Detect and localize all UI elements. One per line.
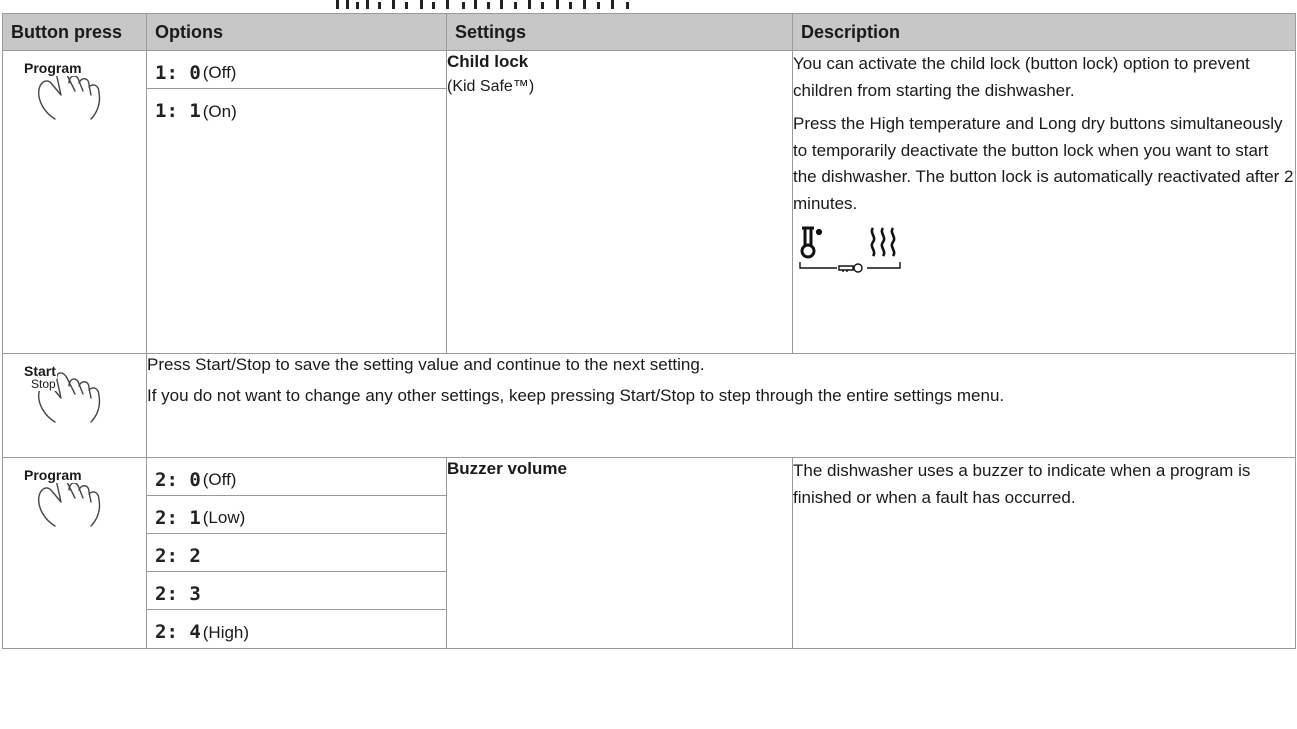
header-options: Options (146, 13, 447, 51)
description-text: Press the High temperature and Long dry … (793, 113, 1294, 214)
option-value: (Low) (202, 508, 246, 528)
settings-table: Button press Options Settings Descriptio… (2, 13, 1296, 649)
option-value: (On) (202, 101, 237, 121)
option-item: 2: 1 (Low) (147, 496, 446, 534)
button-label: Program (23, 60, 83, 77)
option-value: (Off) (202, 63, 237, 83)
option-value: (High) (202, 622, 250, 642)
button-press-cell: Program (2, 457, 147, 649)
instruction-text: Press Start/Stop to save the setting val… (147, 355, 705, 374)
button-lock-graphic (797, 224, 1295, 287)
instruction-text: If you do not want to change any other s… (147, 385, 1005, 405)
option-item: 2: 0 (Off) (147, 458, 446, 496)
table-row-start-stop: Start Stop Press Start/Stop to save the … (2, 353, 1296, 458)
table-row-child-lock: Program 1: 0 (Off) 1: 1 (On) Child lock … (2, 50, 1296, 354)
instruction-cell: Press Start/Stop to save the setting val… (146, 353, 1296, 458)
button-label: Program (23, 467, 83, 484)
option-value: (Off) (202, 470, 237, 490)
option-item: 2: 4 (High) (147, 610, 446, 648)
display-code: 2: 4 (155, 621, 201, 644)
header-description: Description (792, 13, 1296, 51)
setting-title: Buzzer volume (447, 459, 567, 478)
option-item: 1: 1 (On) (147, 89, 446, 127)
settings-cell: Buzzer volume (446, 457, 793, 649)
program-button-hand: Program (17, 464, 127, 539)
button-press-cell: Program (2, 50, 147, 354)
display-code: 2: 0 (155, 468, 201, 491)
button-sublabel: Stop (31, 377, 56, 392)
description-text: The dishwasher uses a buzzer to indicate… (793, 461, 1251, 507)
display-code: 2: 3 (155, 582, 201, 605)
description-text: You can activate the child lock (button … (793, 54, 1250, 100)
display-code: 1: 1 (155, 100, 201, 123)
setting-title: Child lock (447, 52, 529, 71)
start-stop-button-hand: Start Stop (17, 360, 127, 435)
header-settings: Settings (446, 13, 793, 51)
program-button-hand: Program (17, 57, 127, 132)
display-code: 2: 1 (155, 506, 201, 529)
key-icon (799, 262, 901, 273)
options-cell: 2: 0 (Off) 2: 1 (Low) 2: 2 2: 3 2: 4 (Hi… (146, 457, 447, 649)
heat-waves-icon (870, 227, 896, 257)
description-cell: The dishwasher uses a buzzer to indicate… (792, 457, 1296, 649)
options-cell: 1: 0 (Off) 1: 1 (On) (146, 50, 447, 354)
thermometer-icon (800, 226, 823, 259)
description-cell: You can activate the child lock (button … (792, 50, 1296, 354)
option-item: 2: 3 (147, 572, 446, 610)
button-press-cell: Start Stop (2, 353, 147, 458)
display-code: 1: 0 (155, 61, 201, 84)
cut-off-heading-strokes (336, 0, 629, 9)
display-code: 2: 2 (155, 544, 201, 567)
setting-subtitle: (Kid Safe™) (447, 77, 535, 95)
table-row-buzzer-volume: Program 2: 0 (Off) 2: 1 (Low) 2: 2 2: 3 (2, 457, 1296, 649)
header-button-press: Button press (2, 13, 147, 51)
cut-off-heading (0, 0, 1297, 14)
settings-cell: Child lock (Kid Safe™) (446, 50, 793, 354)
option-item: 1: 0 (Off) (147, 51, 446, 89)
table-header-row: Button press Options Settings Descriptio… (2, 13, 1296, 51)
option-item: 2: 2 (147, 534, 446, 572)
